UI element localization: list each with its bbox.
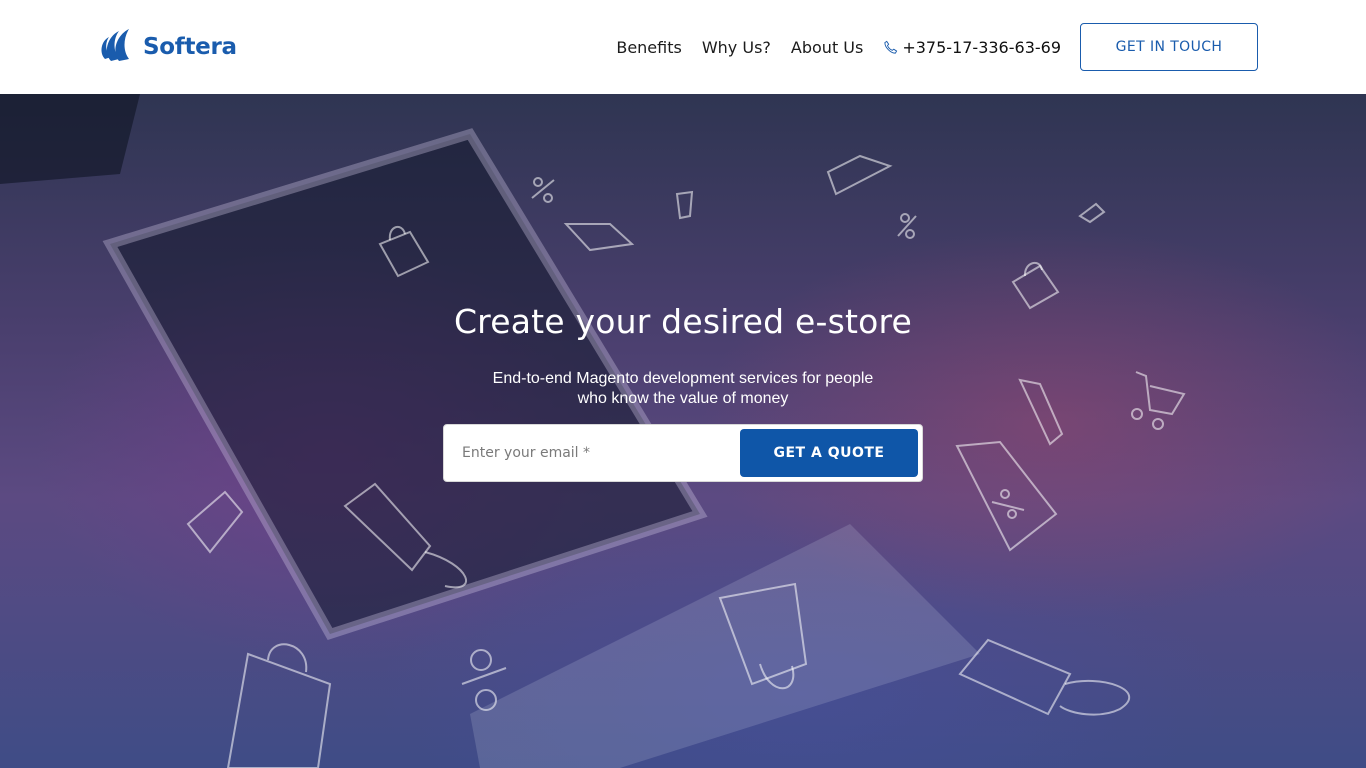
softera-logo-icon [101, 29, 129, 61]
quote-form: GET A QUOTE [443, 424, 923, 482]
get-in-touch-button[interactable]: GET IN TOUCH [1080, 23, 1258, 71]
nav-link-why-us[interactable]: Why Us? [702, 38, 771, 57]
brand-logo[interactable]: Softera [97, 27, 237, 67]
main-nav: Benefits Why Us? About Us +375-17-336-63… [616, 23, 1258, 71]
nav-link-benefits[interactable]: Benefits [616, 38, 682, 57]
hero-title: Create your desired e-store [453, 302, 913, 341]
email-input[interactable] [445, 426, 735, 480]
hero-content: Create your desired e-store End-to-end M… [0, 94, 1366, 768]
phone-number: +375-17-336-63-69 [902, 37, 1061, 57]
site-header: Softera Benefits Why Us? About Us +375-1… [0, 0, 1366, 94]
brand-name: Softera [143, 34, 237, 60]
hero-subtitle: End-to-end Magento development services … [492, 370, 874, 407]
hero-section: Create your desired e-store End-to-end M… [0, 94, 1366, 768]
phone-link[interactable]: +375-17-336-63-69 [883, 38, 1061, 57]
nav-link-about-us[interactable]: About Us [791, 38, 863, 57]
get-a-quote-button[interactable]: GET A QUOTE [740, 429, 918, 477]
phone-icon [884, 40, 898, 54]
